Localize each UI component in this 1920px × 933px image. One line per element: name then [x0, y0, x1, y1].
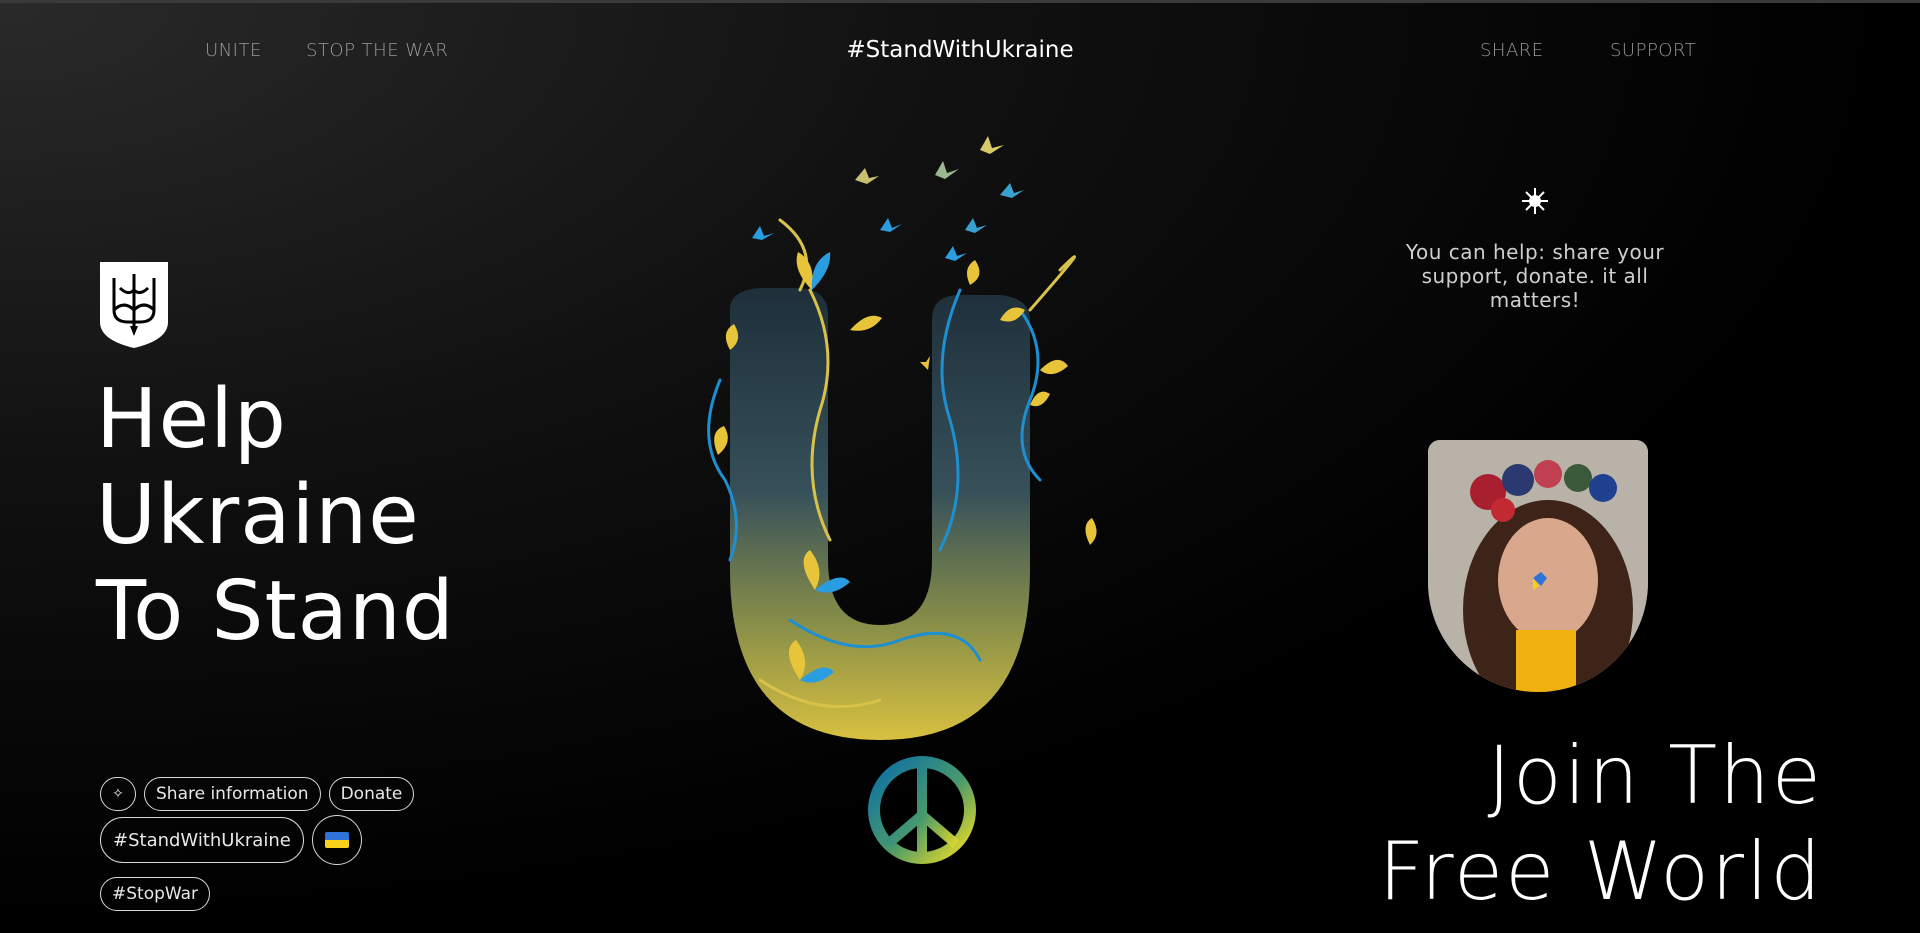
woman-portrait-photo	[1428, 440, 1648, 692]
hero-title: Help Ukraine To Stand	[96, 372, 455, 660]
portrait-image	[1428, 440, 1648, 692]
hero-line-3: To Stand	[96, 564, 455, 659]
nav-support[interactable]: SUPPORT	[1610, 40, 1696, 61]
sparkle-star-icon[interactable]: ✧	[100, 777, 136, 811]
sparkle-icon	[1522, 188, 1548, 214]
chip-stopwar[interactable]: #StopWar	[100, 877, 211, 911]
page: UNITE STOP THE WAR #StandWithUkraine SHA…	[0, 0, 1920, 933]
hero-line-2: Ukraine	[96, 468, 420, 563]
chip-row-1: ✧ Share information Donate	[100, 777, 520, 811]
nav-share[interactable]: SHARE	[1480, 40, 1544, 61]
chip-row-3: #StopWar	[100, 877, 520, 911]
ukraine-flag-icon[interactable]	[311, 815, 362, 865]
hero-line-1: Help	[96, 372, 287, 467]
chip-standwithukraine[interactable]: #StandWithUkraine	[100, 817, 304, 863]
u-flower-illustration	[707, 136, 1097, 864]
u-letter-shape	[730, 288, 1030, 740]
trident-emblem-icon	[100, 262, 168, 348]
top-border	[0, 0, 1920, 3]
help-text: You can help: share your support, donate…	[1405, 240, 1665, 312]
chip-row-2: #StandWithUkraine	[100, 815, 520, 865]
bird-shape	[855, 168, 879, 184]
peace-sign-icon	[868, 756, 976, 864]
nav-hashtag[interactable]: #StandWithUkraine	[846, 37, 1073, 63]
chip-share-information[interactable]: Share information	[144, 777, 321, 811]
flag-shape	[324, 832, 349, 848]
join-line-2: Free World	[1378, 825, 1823, 918]
chip-donate[interactable]: Donate	[328, 777, 415, 811]
tag-chips: ✧ Share information Donate #StandWithUkr…	[100, 777, 520, 923]
join-title: Join The Free World	[1379, 728, 1823, 920]
join-line-1: Join The	[1487, 729, 1823, 822]
